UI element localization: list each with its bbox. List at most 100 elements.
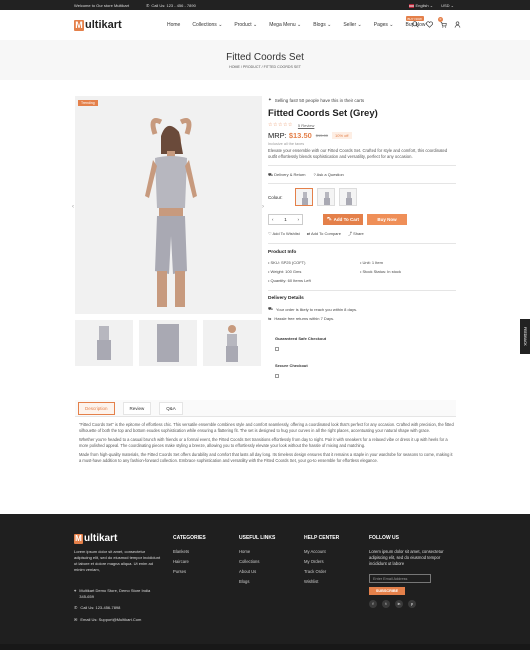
next-image-arrow[interactable]: › <box>262 204 264 210</box>
review-link[interactable]: 5 Review <box>298 123 314 128</box>
footer-logo[interactable]: M ultikart <box>74 533 117 544</box>
mail-icon: ✉ <box>74 616 78 622</box>
truck-icon: ⛟ <box>268 171 274 177</box>
compare-icon: ⇄ <box>306 231 311 236</box>
page-title: Fitted Coords Set <box>226 52 304 63</box>
language-select[interactable]: English ⌄ <box>409 3 433 8</box>
add-to-wishlist-link[interactable]: ♡ Add To Wishlist <box>268 231 300 237</box>
currency-select[interactable]: USD ⌄ <box>441 3 454 8</box>
plus-icon[interactable]: › <box>297 217 299 222</box>
footer-link[interactable]: My Account <box>304 549 339 554</box>
nav-product[interactable]: Product ⌄ <box>234 22 257 28</box>
minus-icon[interactable]: ‹ <box>272 217 274 222</box>
footer-categories: CATEGORIES Blankets Haircare Purses <box>173 535 206 579</box>
breadcrumb[interactable]: HOME / PRODUCT / FITTED COORDS SET <box>0 65 530 69</box>
twitter-icon[interactable]: t <box>382 600 390 608</box>
buy-now-button[interactable]: Buy Now <box>367 214 407 225</box>
thumbnail[interactable] <box>203 320 261 366</box>
add-to-cart-button[interactable]: ⛍ Add To Cart <box>323 214 363 225</box>
tab-qa[interactable]: Q&A <box>159 401 183 415</box>
info-unit: Unit: 1 Item <box>360 260 450 265</box>
feedback-tab[interactable]: FEEDBACK <box>520 319 530 354</box>
quantity-stepper[interactable]: ‹ 1 › <box>268 214 303 225</box>
footer-link[interactable]: Haircare <box>173 559 206 564</box>
footer-email[interactable]: ✉ Email Us: Support@Multikart.Com <box>74 617 159 623</box>
follow-us-title: FOLLOW US <box>369 535 399 541</box>
pinterest-icon[interactable]: p <box>408 600 416 608</box>
nav-blogs[interactable]: Blogs ⌄ <box>313 22 331 28</box>
nav-pages[interactable]: Pages ⌄ <box>374 22 394 28</box>
add-to-compare-link[interactable]: ⇄ Add To Compare <box>307 231 341 237</box>
delivery-details-title: Delivery Details <box>268 296 304 301</box>
footer-link[interactable]: Blankets <box>173 549 206 554</box>
footer-link[interactable]: Track Order <box>304 569 339 574</box>
delivery-return-link[interactable]: ⛟ Delivery & Return <box>268 172 306 178</box>
product-main-image[interactable]: Trending <box>75 96 262 314</box>
prev-image-arrow[interactable]: ‹ <box>72 204 74 210</box>
footer-link[interactable]: Blogs <box>239 579 275 584</box>
share-link[interactable]: ⤴ Share <box>348 231 364 237</box>
thumbnail[interactable] <box>75 320 133 366</box>
secure-checkout: Secure Checkout <box>275 363 456 378</box>
footer-logo-mark: M <box>74 533 83 544</box>
call-info: ✆ Call Us: 123 - 456 - 7890 <box>146 3 196 8</box>
old-price: $15.00 <box>315 133 329 138</box>
question-icon: ? <box>313 172 316 177</box>
share-icon: ⤴ <box>347 231 352 236</box>
footer-link[interactable]: Collections <box>239 559 275 564</box>
product-info-list: SKU: SP25 (COFT) Unit: 1 Item Weight: 10… <box>268 260 456 283</box>
footer-useful-links: USEFUL LINKS Home Collections About Us B… <box>239 535 275 589</box>
ask-question-link[interactable]: ? Ask a Question <box>314 172 344 177</box>
footer-address: ⌖ Multikart Demo Store, Demo Store India … <box>74 588 151 599</box>
thumbnail[interactable] <box>139 320 197 366</box>
subscribe-button[interactable]: SUBSCRIBE <box>369 587 405 595</box>
main-nav: Home Collections ⌄ Product ⌄ Mega Menu ⌄… <box>167 16 426 28</box>
divider <box>268 243 456 244</box>
nav-home[interactable]: Home <box>167 22 180 28</box>
cart-icon[interactable] <box>440 21 447 28</box>
info-quantity: Quantity: 60 Items Left <box>268 278 360 283</box>
purchase-actions: ‹ 1 › ⛍ Add To Cart Buy Now <box>268 214 456 225</box>
heart-icon[interactable] <box>426 21 433 28</box>
footer-help-center: HELP CENTER My Account My Orders Track O… <box>304 535 339 589</box>
truck-icon: ⛟ <box>268 306 274 311</box>
footer-link[interactable]: About Us <box>239 569 275 574</box>
model-figure-image <box>145 118 197 307</box>
user-icon[interactable] <box>454 21 461 28</box>
location-icon: ⌖ <box>74 588 77 593</box>
selling-fast-notice: ✦ Selling fast! 50 people have this in t… <box>268 97 365 103</box>
quantity-value: 1 <box>284 217 287 222</box>
facebook-icon[interactable]: f <box>369 600 377 608</box>
nav-collections[interactable]: Collections ⌄ <box>192 22 222 28</box>
tab-review[interactable]: Review <box>122 401 152 415</box>
footer-link[interactable]: Purses <box>173 569 206 574</box>
logo[interactable]: M ultikart <box>74 19 122 31</box>
thumbnail-strip <box>75 320 261 366</box>
colour-swatch[interactable] <box>294 188 313 206</box>
footer-link[interactable]: Home <box>239 549 275 554</box>
footer-link[interactable]: My Orders <box>304 559 339 564</box>
divider <box>268 165 456 166</box>
info-weight: Weight: 100 Gms <box>268 269 360 274</box>
colour-label: Colour: <box>268 194 283 200</box>
product-info-panel: ✦ Selling fast! 50 people have this in t… <box>268 96 456 321</box>
us-flag-icon <box>409 4 415 8</box>
cart-icon: ⛍ <box>326 216 332 221</box>
newsletter-email-input[interactable]: Enter Email Address <box>369 574 431 583</box>
phone-icon: ✆ <box>146 3 150 8</box>
tab-description[interactable]: Description <box>78 401 115 415</box>
divider <box>268 289 456 290</box>
tab-content-description: "Fitted Coords Set" is the epitome of ef… <box>79 422 455 467</box>
colour-swatch[interactable] <box>316 188 335 206</box>
instagram-icon[interactable]: in <box>395 600 403 608</box>
nav-mega-menu[interactable]: Mega Menu ⌄ <box>269 22 301 28</box>
footer-link[interactable]: Wishlist <box>304 579 339 584</box>
product-info-title: Product Info <box>268 249 297 255</box>
return-line: ⇆ Hassle free returns within 7 Days. <box>268 316 335 321</box>
search-icon[interactable] <box>412 21 419 28</box>
nav-seller[interactable]: Seller ⌄ <box>343 22 361 28</box>
colour-swatch[interactable] <box>338 188 357 206</box>
useful-links-title: USEFUL LINKS <box>239 535 276 541</box>
phone-icon: ✆ <box>74 605 78 610</box>
secure-checkout-title: Secure Checkout <box>275 363 308 368</box>
